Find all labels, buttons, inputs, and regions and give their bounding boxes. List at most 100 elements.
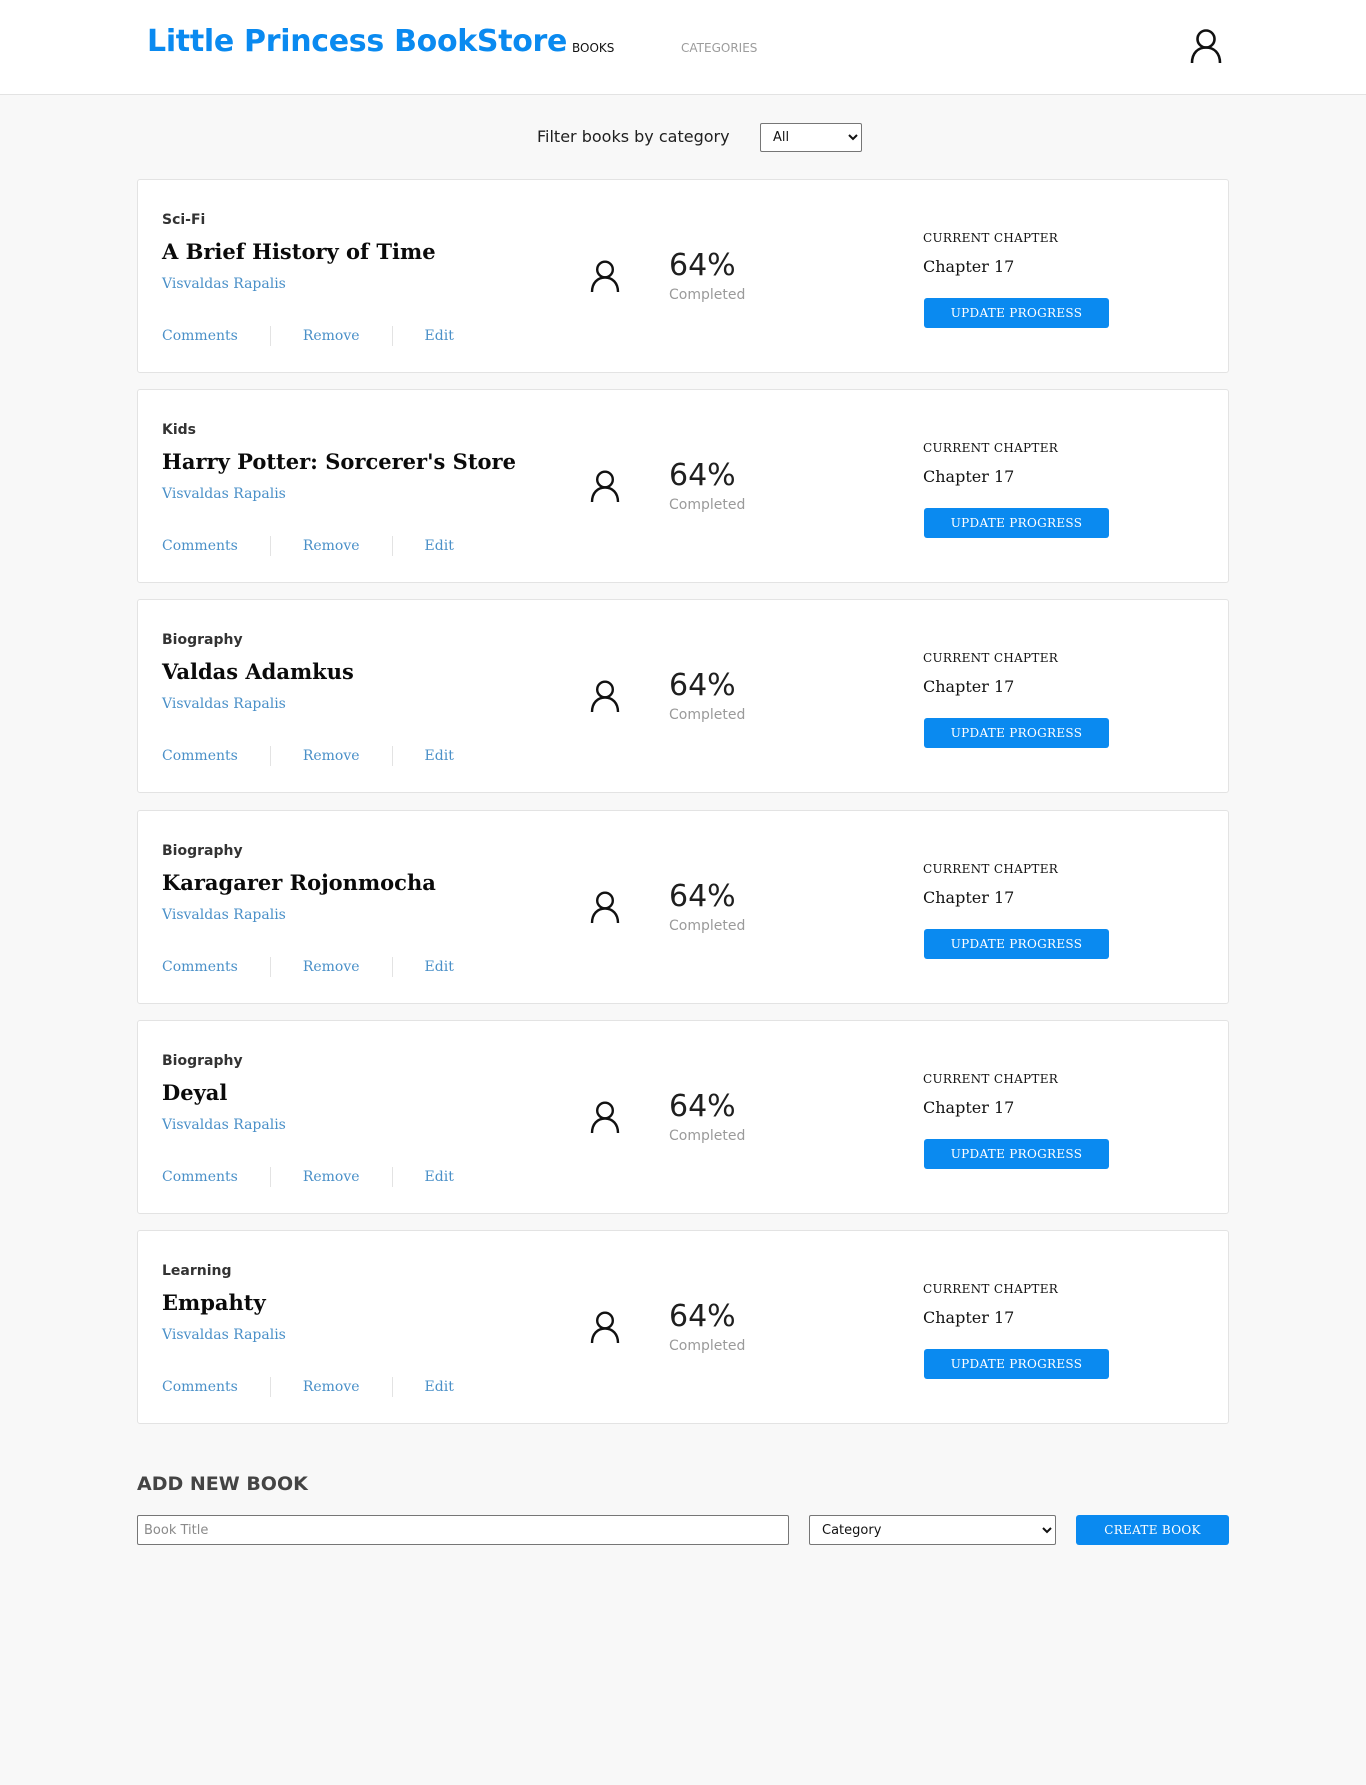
update-progress-button[interactable]: UPDATE PROGRESS: [924, 718, 1109, 748]
current-chapter-label: CURRENT CHAPTER: [923, 651, 1059, 665]
category-select[interactable]: Category: [809, 1515, 1056, 1545]
category-filter-select[interactable]: All: [760, 123, 862, 152]
book-title: Empahty: [162, 1290, 266, 1315]
user-icon: [590, 1311, 620, 1344]
book-title: A Brief History of Time: [162, 239, 436, 264]
current-chapter-value: Chapter 17: [923, 888, 1015, 907]
book-actions: Comments Remove Edit: [162, 536, 454, 556]
book-author-link[interactable]: Visvaldas Rapalis: [162, 907, 286, 923]
action-divider: [391, 326, 393, 346]
current-chapter-value: Chapter 17: [923, 257, 1015, 276]
book-title: Harry Potter: Sorcerer's Store: [162, 449, 516, 474]
progress-label: Completed: [669, 287, 746, 303]
user-icon: [590, 891, 620, 924]
book-title-input[interactable]: [137, 1515, 789, 1545]
edit-link[interactable]: Edit: [425, 328, 454, 344]
user-icon: [590, 680, 620, 713]
current-chapter-label: CURRENT CHAPTER: [923, 1282, 1059, 1296]
book-category: Learning: [162, 1263, 232, 1279]
user-icon: [590, 260, 620, 293]
progress-label: Completed: [669, 497, 746, 513]
book-card: Learning Empahty Visvaldas Rapalis Comments…: [137, 1230, 1229, 1424]
update-progress-button[interactable]: UPDATE PROGRESS: [924, 929, 1109, 959]
edit-link[interactable]: Edit: [425, 1379, 454, 1395]
current-chapter-value: Chapter 17: [923, 1308, 1015, 1327]
update-progress-button[interactable]: UPDATE PROGRESS: [924, 1349, 1109, 1379]
book-actions: Comments Remove Edit: [162, 1167, 454, 1187]
current-chapter-value: Chapter 17: [923, 1098, 1015, 1117]
progress-percent: 64%: [669, 1299, 736, 1334]
current-chapter-label: CURRENT CHAPTER: [923, 1072, 1059, 1086]
book-actions: Comments Remove Edit: [162, 957, 454, 977]
book-category: Kids: [162, 422, 197, 438]
brand-logo[interactable]: Little Princess BookStore: [147, 24, 567, 59]
progress-percent: 64%: [669, 458, 736, 493]
update-progress-button[interactable]: UPDATE PROGRESS: [924, 298, 1109, 328]
action-divider: [391, 1167, 393, 1187]
comments-link[interactable]: Comments: [162, 328, 238, 344]
top-navbar: Little Princess BookStore BOOKS CATEGORI…: [0, 0, 1366, 95]
progress-percent: 64%: [669, 879, 736, 914]
filter-label: Filter books by category: [537, 127, 730, 146]
current-chapter-label: CURRENT CHAPTER: [923, 441, 1059, 455]
book-author-link[interactable]: Visvaldas Rapalis: [162, 1327, 286, 1343]
remove-link[interactable]: Remove: [303, 748, 360, 764]
book-card: Sci-Fi A Brief History of Time Visvaldas R…: [137, 179, 1229, 373]
nav-books[interactable]: BOOKS: [572, 41, 614, 55]
book-category: Biography: [162, 632, 243, 648]
remove-link[interactable]: Remove: [303, 1169, 360, 1185]
create-book-button[interactable]: CREATE BOOK: [1076, 1515, 1229, 1545]
user-icon: [590, 470, 620, 503]
filter-bar: Filter books by category All: [0, 122, 1366, 152]
book-title: Deyal: [162, 1080, 228, 1105]
remove-link[interactable]: Remove: [303, 959, 360, 975]
book-card: Biography Deyal Visvaldas Rapalis Comments R…: [137, 1020, 1229, 1214]
comments-link[interactable]: Comments: [162, 748, 238, 764]
action-divider: [269, 746, 271, 766]
book-title: Karagarer Rojonmocha: [162, 870, 436, 895]
book-author-link[interactable]: Visvaldas Rapalis: [162, 1117, 286, 1133]
current-chapter-label: CURRENT CHAPTER: [923, 231, 1059, 245]
add-book-heading: ADD NEW BOOK: [137, 1473, 308, 1495]
comments-link[interactable]: Comments: [162, 1379, 238, 1395]
book-card: Biography Karagarer Rojonmocha Visvaldas R…: [137, 810, 1229, 1004]
book-title: Valdas Adamkus: [162, 659, 354, 684]
book-actions: Comments Remove Edit: [162, 746, 454, 766]
remove-link[interactable]: Remove: [303, 538, 360, 554]
current-chapter-value: Chapter 17: [923, 677, 1015, 696]
current-chapter-label: CURRENT CHAPTER: [923, 862, 1059, 876]
progress-label: Completed: [669, 1128, 746, 1144]
progress-label: Completed: [669, 707, 746, 723]
action-divider: [269, 1167, 271, 1187]
action-divider: [269, 957, 271, 977]
comments-link[interactable]: Comments: [162, 538, 238, 554]
remove-link[interactable]: Remove: [303, 328, 360, 344]
progress-percent: 64%: [669, 1089, 736, 1124]
book-card: Kids Harry Potter: Sorcerer's Store Visval…: [137, 389, 1229, 583]
action-divider: [391, 746, 393, 766]
nav-categories[interactable]: CATEGORIES: [681, 41, 757, 55]
current-chapter-value: Chapter 17: [923, 467, 1015, 486]
progress-percent: 64%: [669, 668, 736, 703]
update-progress-button[interactable]: UPDATE PROGRESS: [924, 1139, 1109, 1169]
progress-percent: 64%: [669, 248, 736, 283]
comments-link[interactable]: Comments: [162, 959, 238, 975]
book-author-link[interactable]: Visvaldas Rapalis: [162, 486, 286, 502]
action-divider: [269, 1377, 271, 1397]
remove-link[interactable]: Remove: [303, 1379, 360, 1395]
comments-link[interactable]: Comments: [162, 1169, 238, 1185]
book-category: Biography: [162, 1053, 243, 1069]
book-category: Sci-Fi: [162, 212, 206, 228]
book-author-link[interactable]: Visvaldas Rapalis: [162, 696, 286, 712]
edit-link[interactable]: Edit: [425, 748, 454, 764]
action-divider: [391, 957, 393, 977]
user-icon[interactable]: [1189, 28, 1223, 64]
book-author-link[interactable]: Visvaldas Rapalis: [162, 276, 286, 292]
user-icon: [590, 1101, 620, 1134]
edit-link[interactable]: Edit: [425, 538, 454, 554]
update-progress-button[interactable]: UPDATE PROGRESS: [924, 508, 1109, 538]
book-category: Biography: [162, 843, 243, 859]
edit-link[interactable]: Edit: [425, 1169, 454, 1185]
edit-link[interactable]: Edit: [425, 959, 454, 975]
action-divider: [391, 1377, 393, 1397]
